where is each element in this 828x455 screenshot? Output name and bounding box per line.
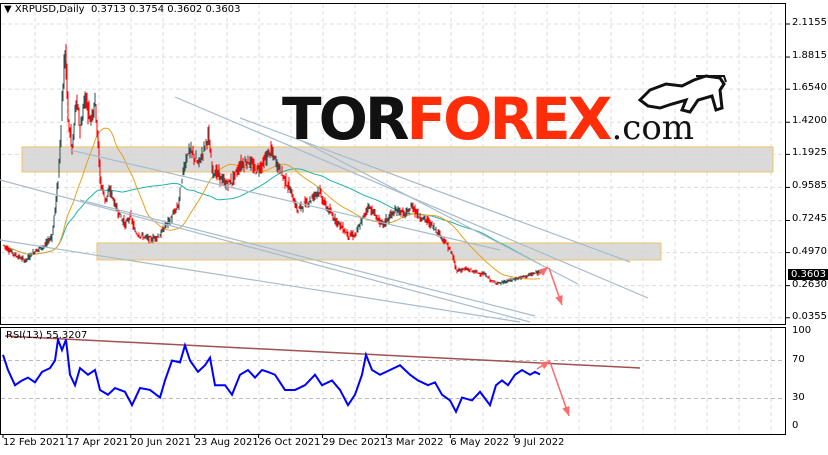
price-axis-label: 0.0355 (792, 310, 827, 322)
bull-logo-icon (637, 74, 727, 114)
ohlc-values: 0.3713 0.3754 0.3602 0.3603 (90, 4, 241, 15)
date-axis-label: 17 Apr 2021 (66, 437, 129, 448)
date-axis-label: 20 Jun 2021 (130, 437, 191, 448)
price-axis-label: 0.2630 (792, 278, 827, 290)
chart-canvas[interactable] (0, 0, 828, 455)
rsi-axis-label: 100 (792, 325, 812, 336)
price-axis-label: 1.8815 (792, 50, 827, 62)
date-axis-label: 29 Dec 2021 (322, 437, 387, 448)
date-axis-label: 3 Mar 2022 (386, 437, 444, 448)
logo-text-tor: TOR (282, 85, 410, 153)
price-axis-label: 0.7245 (792, 213, 827, 225)
price-axis-label: 0.4970 (792, 245, 827, 257)
price-axis-label: 1.4200 (792, 115, 827, 127)
rsi-label: RSI(13) 55.3207 (6, 330, 88, 341)
date-axis-label: 26 Oct 2021 (258, 437, 321, 448)
rsi-panel-frame (0, 327, 786, 435)
price-axis-label: 1.1925 (792, 147, 827, 159)
price-axis-label: 1.6540 (792, 82, 827, 94)
collapse-arrow-icon[interactable]: ▼ (4, 4, 12, 15)
rsi-axis-label: 0 (792, 420, 799, 431)
torforex-logo: TOR FOREX .com (282, 78, 694, 148)
date-axis-label: 6 May 2022 (450, 437, 510, 448)
chart-title: ▼ XRPUSD,Daily 0.3713 0.3754 0.3602 0.36… (4, 4, 240, 15)
date-axis-label: 9 Jul 2022 (514, 437, 565, 448)
price-axis-label: 0.9585 (792, 180, 827, 192)
symbol-label: XRPUSD,Daily (14, 4, 85, 15)
support-resistance-zone (96, 242, 662, 261)
price-axis-label: 2.1155 (792, 17, 827, 28)
date-axis-label: 23 Aug 2021 (194, 437, 259, 448)
logo-text-com: .com (611, 108, 695, 148)
rsi-axis-label: 70 (792, 353, 805, 365)
rsi-axis-label: 30 (792, 391, 805, 403)
date-axis-label: 12 Feb 2021 (3, 437, 66, 448)
logo-text-forex: FOREX (406, 85, 613, 153)
